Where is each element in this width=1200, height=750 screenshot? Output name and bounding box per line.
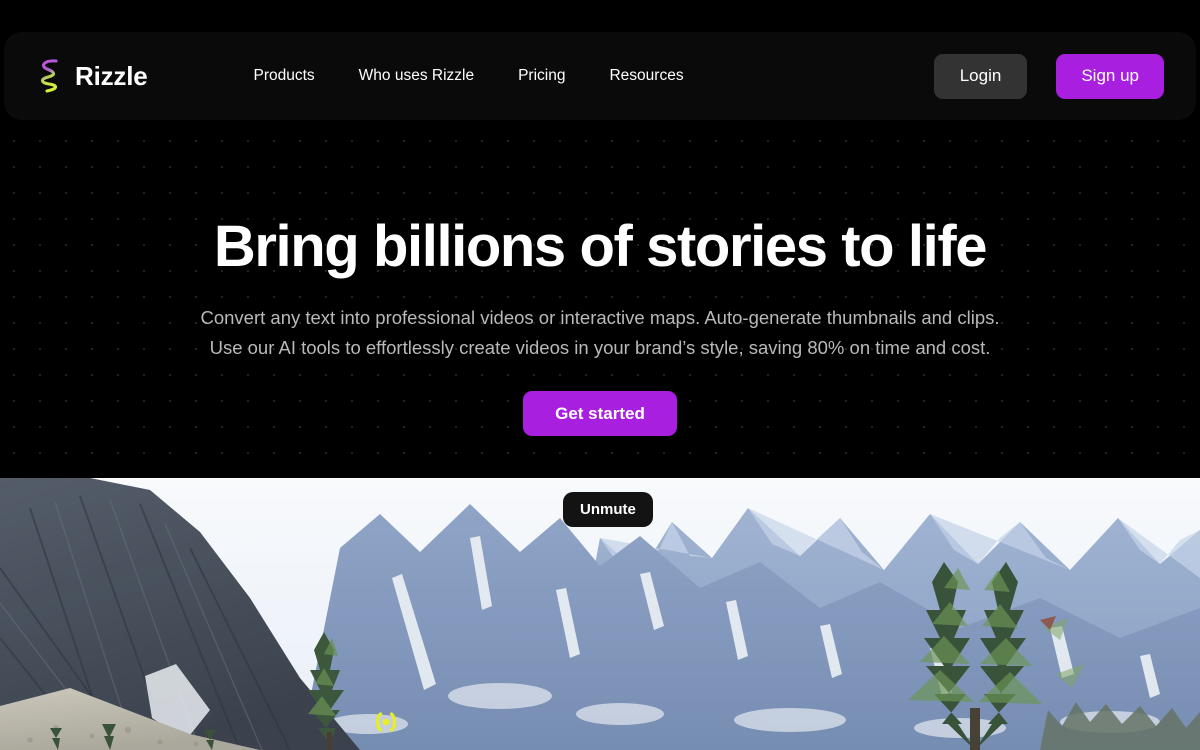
hero-subtitle-line-1: Convert any text into professional video… — [200, 307, 1000, 329]
hero-subtitle: Convert any text into professional video… — [0, 303, 1200, 363]
nav-link-resources[interactable]: Resources — [609, 67, 683, 85]
brand-logo[interactable]: Rizzle — [34, 56, 148, 96]
audio-broadcast-icon[interactable] — [372, 708, 400, 736]
hero-title: Bring billions of stories to life — [213, 214, 988, 279]
hero-section: Bring billions of stories to life Conver… — [0, 118, 1200, 478]
hero-subtitle-line-2: Use our AI tools to effortlessly create … — [209, 337, 991, 359]
rizzle-squiggle-logo-icon — [34, 56, 64, 96]
signup-button[interactable]: Sign up — [1056, 53, 1164, 99]
nav-link-products[interactable]: Products — [253, 67, 314, 85]
brand-name: Rizzle — [75, 60, 148, 91]
nav-link-who-uses-rizzle[interactable]: Who uses Rizzle — [359, 67, 474, 85]
main-navigation: Products Who uses Rizzle Pricing Resourc… — [253, 67, 683, 85]
page-root: Rizzle Products Who uses Rizzle Pricing … — [0, 0, 1200, 750]
login-button[interactable]: Login — [933, 53, 1028, 99]
unmute-button[interactable]: Unmute — [563, 492, 653, 527]
site-header: Rizzle Products Who uses Rizzle Pricing … — [4, 32, 1196, 120]
auth-actions: Login Sign up — [933, 53, 1164, 99]
nav-link-pricing[interactable]: Pricing — [518, 67, 565, 85]
get-started-button[interactable]: Get started — [523, 391, 677, 437]
